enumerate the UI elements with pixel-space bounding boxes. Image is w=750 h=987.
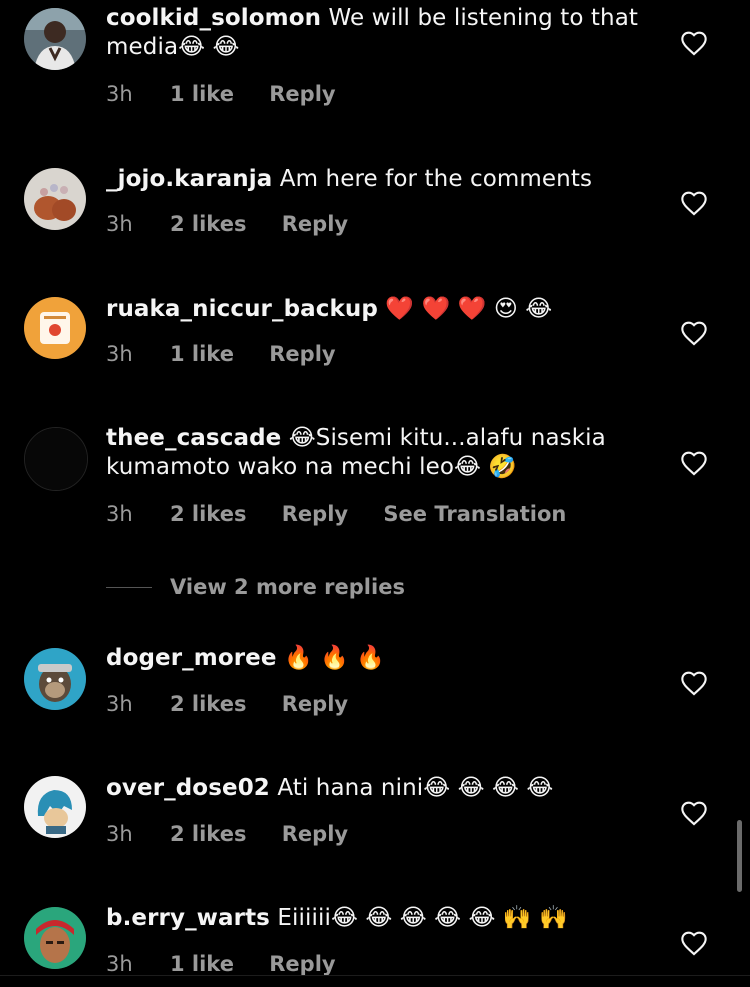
view-more-replies-label[interactable]: View 2 more replies [170,575,405,599]
person-avatar-icon [24,8,86,70]
comment-text: Eiiiiii😂 😂 😂 😂 😂 🙌 🙌 [277,905,568,931]
comment-likes[interactable]: 2 likes [170,502,246,526]
comment-time: 3h [106,82,133,106]
avatar[interactable] [24,907,86,969]
scrollbar[interactable] [737,820,742,892]
hands-avatar-icon [24,168,86,230]
heart-icon[interactable] [680,670,708,696]
avatar[interactable] [24,427,88,491]
dark-avatar-icon [25,428,87,490]
reply-button[interactable]: Reply [282,502,348,526]
heart-icon[interactable] [680,190,708,216]
avatar[interactable] [24,8,86,70]
comment-username[interactable]: ruaka_niccur_backup [106,296,378,322]
comment-username[interactable]: _jojo.karanja [106,166,272,192]
comment-likes[interactable]: 1 like [170,342,234,366]
orange-logo-avatar-icon [24,297,86,359]
comment-text: Ati hana nini😂 😂 😂 😂 [277,775,554,801]
comment-time: 3h [106,822,133,846]
reply-button[interactable]: Reply [269,342,335,366]
comment-username[interactable]: doger_moree [106,645,277,671]
heart-icon[interactable] [680,800,708,826]
avatar[interactable] [24,776,86,838]
comment-likes[interactable]: 1 like [170,952,234,976]
view-more-replies[interactable]: View 2 more replies [106,572,405,602]
reply-button[interactable]: Reply [269,82,335,106]
comment-likes[interactable]: 2 likes [170,822,246,846]
comment-time: 3h [106,342,133,366]
reply-button[interactable]: Reply [269,952,335,976]
comment-likes[interactable]: 1 like [170,82,234,106]
bandana-avatar-icon [24,907,86,969]
comment-time: 3h [106,502,133,526]
comment-username[interactable]: over_dose02 [106,775,270,801]
reply-button[interactable]: Reply [282,692,348,716]
avatar[interactable] [24,648,86,710]
cartoon-avatar-icon [24,776,86,838]
comment-username[interactable]: coolkid_solomon [106,5,321,31]
comment-likes[interactable]: 2 likes [170,212,246,236]
avatar[interactable] [24,297,86,359]
comment-username[interactable]: thee_cascade [106,425,281,451]
heart-icon[interactable] [680,930,708,956]
divider-line [106,586,152,588]
comment-text: Am here for the comments [279,166,593,192]
comment-username[interactable]: b.erry_warts [106,905,270,931]
comment-time: 3h [106,692,133,716]
divider [0,975,750,976]
heart-icon[interactable] [680,30,708,56]
heart-icon[interactable] [680,450,708,476]
comment-likes[interactable]: 2 likes [170,692,246,716]
heart-icon[interactable] [680,320,708,346]
ape-avatar-icon [24,648,86,710]
comment-text: 🔥 🔥 🔥 [284,645,386,671]
comment-time: 3h [106,212,133,236]
see-translation-button[interactable]: See Translation [383,502,566,526]
comment-time: 3h [106,952,133,976]
reply-button[interactable]: Reply [282,212,348,236]
reply-button[interactable]: Reply [282,822,348,846]
avatar[interactable] [24,168,86,230]
comment-text: ❤️ ❤️ ❤️ 😍 😂 [385,296,553,322]
